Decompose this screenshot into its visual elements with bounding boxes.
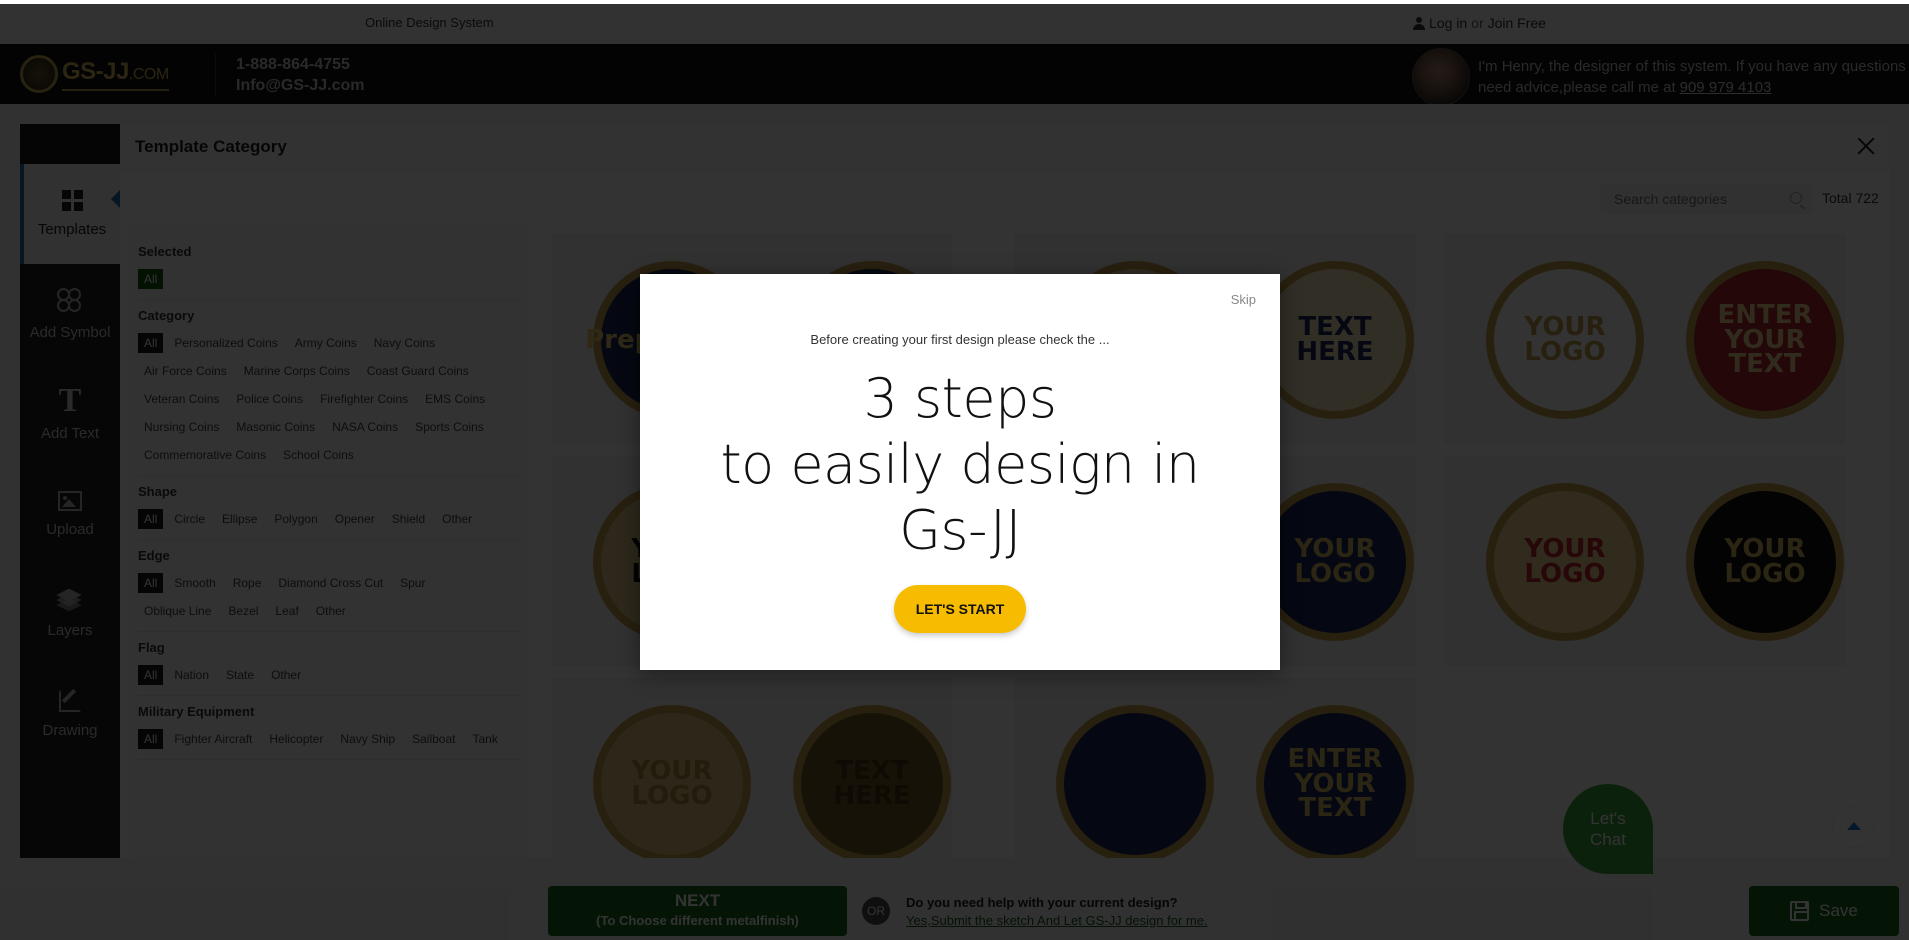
modal-subtitle: Before creating your first design please… bbox=[810, 332, 1110, 347]
modal-title: 3 steps to easily design in Gs-JJ bbox=[720, 367, 1200, 562]
lets-start-button[interactable]: LET'S START bbox=[894, 585, 1026, 633]
onboarding-modal: Skip Before creating your first design p… bbox=[640, 274, 1280, 670]
skip-button[interactable]: Skip bbox=[1231, 292, 1256, 307]
